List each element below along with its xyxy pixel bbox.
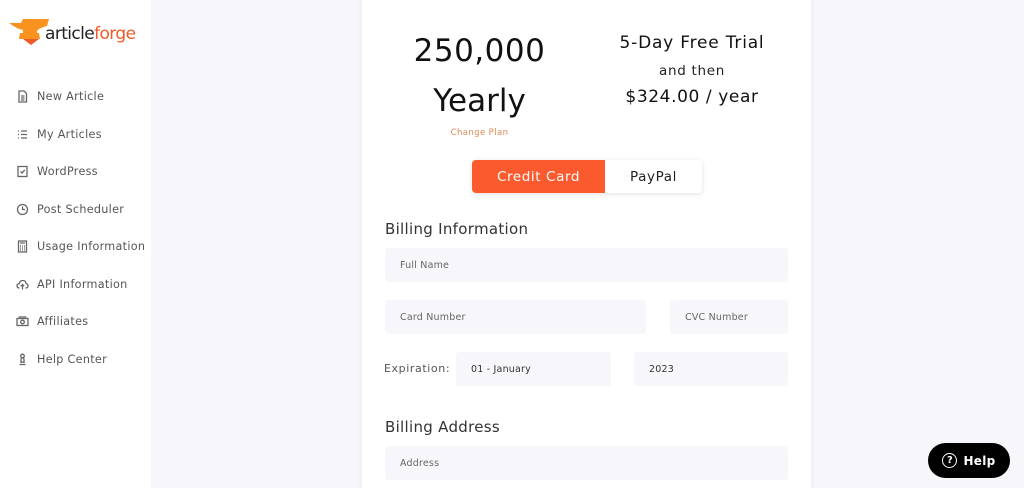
logo-wordmark: articleforge	[45, 24, 136, 44]
change-plan-link[interactable]: Change Plan	[362, 128, 597, 138]
sidebar-item-affiliates[interactable]: Affiliates	[16, 311, 88, 331]
sidebar-item-post-scheduler[interactable]: Post Scheduler	[16, 199, 124, 219]
clock-icon	[16, 203, 29, 216]
full-name-field[interactable]: Full Name	[385, 248, 788, 282]
plan-word-count: 250,000	[413, 33, 546, 69]
chess-pawn-icon	[16, 353, 29, 366]
document-icon	[16, 89, 29, 103]
money-icon	[16, 315, 29, 328]
articleforge-logo[interactable]: articleforge	[9, 17, 136, 47]
list-icon	[16, 128, 29, 141]
payment-method-toggle: Credit Card PayPal	[472, 160, 702, 193]
checkout-card: 250,000 Yearly Change Plan 5-Day Free Tr…	[362, 0, 811, 488]
sidebar-item-label: New Article	[37, 89, 105, 103]
checkbox-icon	[16, 165, 29, 178]
cvc-number-field[interactable]: CVC Number	[670, 300, 788, 334]
expiration-year-select[interactable]: 2023	[634, 352, 788, 386]
expiration-label: Expiration:	[384, 362, 451, 375]
sidebar-item-label: My Articles	[37, 127, 102, 141]
address-field[interactable]: Address	[385, 446, 788, 480]
anvil-logo-icon	[9, 19, 49, 45]
full-name-placeholder: Full Name	[400, 259, 450, 271]
paypal-tab[interactable]: PayPal	[605, 160, 702, 193]
sidebar-item-label: Post Scheduler	[37, 202, 125, 216]
question-circle-icon: ?	[942, 453, 958, 468]
calculator-icon	[16, 239, 29, 253]
sidebar-item-help-center[interactable]: Help Center	[16, 349, 107, 369]
cvc-placeholder: CVC Number	[685, 311, 748, 323]
sidebar-item-new-article[interactable]: New Article	[16, 86, 104, 106]
plan-period: Yearly	[433, 83, 526, 119]
billing-address-heading: Billing Address	[385, 418, 500, 436]
card-number-placeholder: Card Number	[400, 311, 466, 323]
sidebar-item-wordpress[interactable]: WordPress	[16, 161, 98, 181]
logo-word-forge: forge	[94, 24, 136, 44]
sidebar-item-label: Affiliates	[37, 314, 89, 328]
sidebar-item-label: Help Center	[37, 352, 108, 366]
help-button-label: Help	[963, 453, 996, 468]
sidebar-item-my-articles[interactable]: My Articles	[16, 124, 102, 144]
sidebar-item-usage-information[interactable]: Usage Information	[16, 236, 145, 256]
card-number-field[interactable]: Card Number	[385, 300, 646, 334]
sidebar-item-label: Usage Information	[37, 239, 146, 253]
billing-information-heading: Billing Information	[385, 220, 529, 238]
logo-word-article: article	[45, 24, 95, 44]
sidebar: articleforge New Article My Articles Wor…	[0, 0, 151, 488]
trial-title: 5-Day Free Trial	[619, 33, 765, 53]
cloud-upload-icon	[16, 278, 29, 291]
sidebar-item-label: WordPress	[37, 164, 98, 178]
sidebar-item-label: API Information	[37, 277, 128, 291]
expiration-year-value: 2023	[649, 363, 674, 375]
trial-price: $324.00 / year	[625, 87, 759, 107]
trial-then-text: and then	[658, 63, 725, 79]
credit-card-tab[interactable]: Credit Card	[472, 160, 605, 193]
expiration-month-select[interactable]: 01 - January	[456, 352, 611, 386]
help-button[interactable]: ? Help	[928, 443, 1010, 478]
expiration-month-value: 01 - January	[471, 363, 531, 375]
address-placeholder: Address	[400, 457, 440, 469]
sidebar-item-api-information[interactable]: API Information	[16, 274, 128, 294]
